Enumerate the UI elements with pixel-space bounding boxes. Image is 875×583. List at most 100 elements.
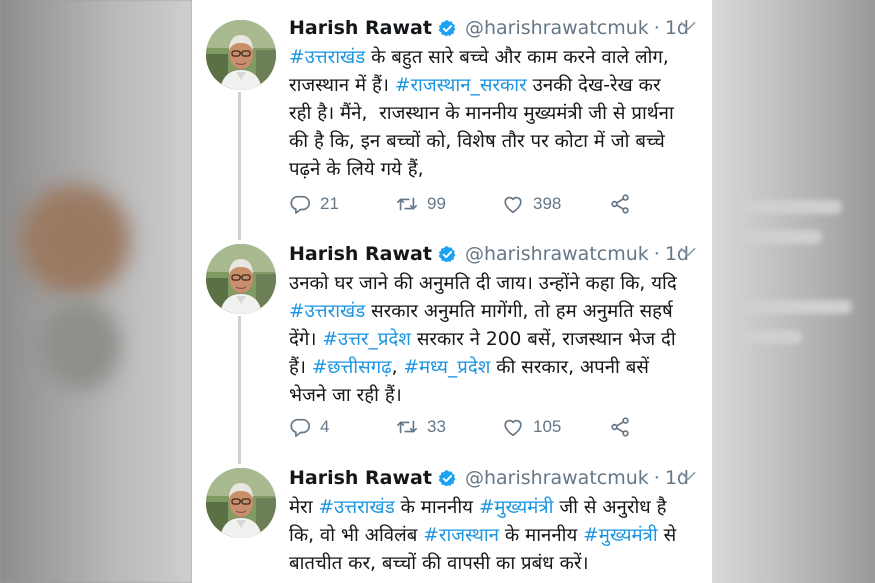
like-button[interactable]: 398 [502,192,561,216]
reply-icon [290,195,310,214]
tweet-text-segment: , [391,357,404,378]
retweet-icon [397,197,417,211]
hashtag-link[interactable]: #राजस्थान_सरकार [395,75,527,96]
tweet-text-segment: देंगे। [289,329,323,350]
separator-dot: · [653,17,660,39]
share-icon [611,417,629,437]
tweet-text: उनको घर जाने की अनुमति दी जाय। उन्होंने … [289,270,699,410]
tweet-text-line: भेजने जा रही हैं। [289,382,699,410]
blurred-text-shape [732,300,852,314]
tweet-text-segment: उनको घर जाने की अनुमति दी जाय। उन्होंने … [289,273,677,294]
retweet-button[interactable]: 33 [396,415,446,439]
share-button[interactable] [609,415,631,439]
blurred-background-left [0,0,192,583]
tweet-text-segment: उनकी देख-रेख कर [526,75,661,96]
avatar[interactable] [206,20,276,90]
like-count: 398 [533,194,562,213]
tweet-text-segment: सरकार अनुमति मागेंगी, तो हम अनुमति सहर्ष [365,301,673,322]
tweet-text-line: बातचीत कर, बच्चों की वापसी का प्रबंध करे… [289,550,699,578]
tweet-text-segment: जी से अनुरोध है [553,497,667,518]
tweet[interactable]: Harish Rawat @harishrawatcmuk · 1d मेरा … [192,456,712,583]
tweet-text-line: #उत्तराखंड के बहुत सारे बच्चे और काम करन… [289,44,699,72]
verified-badge-icon [438,245,456,262]
blurred-avatar-shape [20,185,130,295]
tweet-text: #उत्तराखंड के बहुत सारे बच्चे और काम करन… [289,44,699,184]
tweet-text-line: उनको घर जाने की अनुमति दी जाय। उन्होंने … [289,270,699,298]
tweet-text-segment: पढ़ने के लिये गये हैं, [289,159,424,180]
tweet[interactable]: Harish Rawat @harishrawatcmuk · 1d #उत्त… [192,6,712,228]
tweet-text-segment: राजस्थान में हैं। [289,75,395,96]
tweet-actions: 4 33 105 [289,415,649,439]
separator-dot: · [653,243,660,265]
hashtag-link[interactable]: #उत्तराखंड [318,497,394,518]
like-button[interactable]: 105 [502,415,561,439]
tweet-text-segment: भेजने जा रही हैं। [289,385,402,406]
blurred-text-shape [732,230,822,244]
tweet-text-segment: की सरकार, अपनी बसें [490,357,649,378]
verified-badge-icon [438,19,456,36]
hashtag-link[interactable]: #मध्य_प्रदेश [403,357,490,378]
reply-count: 4 [320,417,330,436]
avatar-portrait [206,20,276,90]
tweet-text-line: कि, वो भी अविलंब #राजस्थान के माननीय #मु… [289,522,699,550]
avatar[interactable] [206,244,276,314]
verified-badge-icon [438,469,456,486]
tweet-text-segment: के बहुत सारे बच्चे और काम करने वाले लोग, [365,47,669,68]
tweet-header: Harish Rawat @harishrawatcmuk · 1d [289,464,702,492]
author-name[interactable]: Harish Rawat [289,243,432,265]
tweet-text-line: राजस्थान में हैं। #राजस्थान_सरकार उनकी द… [289,72,699,100]
tweet-text-segment: मेरा [289,497,319,518]
share-button[interactable] [609,192,631,216]
reply-button[interactable]: 4 [289,415,329,439]
tweet-text-line: #उत्तराखंड सरकार अनुमति मागेंगी, तो हम अ… [289,298,699,326]
blurred-avatar-shape [40,300,120,390]
tweet-text-segment: बातचीत कर, बच्चों की वापसी का प्रबंध करे… [289,553,589,574]
author-handle[interactable]: @harishrawatcmuk [465,243,649,265]
chevron-down-icon[interactable] [678,16,698,36]
chevron-down-icon[interactable] [678,242,698,262]
author-name[interactable]: Harish Rawat [289,467,432,489]
tweet-thread: Harish Rawat @harishrawatcmuk · 1d #उत्त… [192,0,712,583]
avatar[interactable] [206,468,276,538]
tweet-header: Harish Rawat @harishrawatcmuk · 1d [289,14,702,42]
retweet-count: 99 [427,194,446,213]
hashtag-link[interactable]: #मुख्यमंत्री [479,497,554,518]
tweet-text-segment: सरकार ने 200 बसें, राजस्थान भेज दी [410,329,676,350]
chevron-down-icon[interactable] [678,466,698,486]
hashtag-link[interactable]: #उत्तराखंड [289,47,365,68]
tweet-actions: 21 99 398 [289,192,649,216]
author-name[interactable]: Harish Rawat [289,17,432,39]
hashtag-link[interactable]: #राजस्थान [423,525,499,546]
hashtag-link[interactable]: #उत्तर_प्रदेश [322,329,411,350]
reply-button[interactable]: 21 [289,192,339,216]
like-count: 105 [533,417,562,436]
tweet-text-segment: से [657,525,677,546]
tweet-text-segment: रही है। मैंने, राजस्थान के माननीय मुख्यम… [289,103,674,124]
reply-icon [290,418,310,437]
tweet-header: Harish Rawat @harishrawatcmuk · 1d [289,240,702,268]
tweet-text-line: देंगे। #उत्तर_प्रदेश सरकार ने 200 बसें, … [289,326,699,354]
separator-dot: · [653,467,660,489]
tweet-text-segment: कि, वो भी अविलंब [289,525,424,546]
reply-count: 21 [320,194,339,213]
tweet-text-line: मेरा #उत्तराखंड के माननीय #मुख्यमंत्री ज… [289,494,699,522]
tweet-text: मेरा #उत्तराखंड के माननीय #मुख्यमंत्री ज… [289,494,699,578]
blurred-background-right [712,0,875,583]
tweet[interactable]: Harish Rawat @harishrawatcmuk · 1d उनको … [192,232,712,454]
blurred-text-shape [732,330,802,344]
blurred-text-shape [732,200,842,214]
hashtag-link[interactable]: #छत्तीसगढ़ [312,357,392,378]
author-handle[interactable]: @harishrawatcmuk [465,467,649,489]
tweet-text-line: की है कि, इन बच्चों को, विशेष तौर पर कोट… [289,128,699,156]
heart-icon [504,419,522,437]
tweet-text-segment: हैं। [289,357,312,378]
author-handle[interactable]: @harishrawatcmuk [465,17,649,39]
tweet-text-line: हैं। #छत्तीसगढ़, #मध्य_प्रदेश की सरकार, … [289,354,699,382]
tweet-text-segment: की है कि, इन बच्चों को, विशेष तौर पर कोट… [289,131,665,152]
heart-icon [504,196,522,214]
hashtag-link[interactable]: #उत्तराखंड [289,301,365,322]
retweet-button[interactable]: 99 [396,192,446,216]
share-icon [611,194,629,214]
retweet-count: 33 [427,417,446,436]
hashtag-link[interactable]: #मुख्यमंत्री [583,525,658,546]
